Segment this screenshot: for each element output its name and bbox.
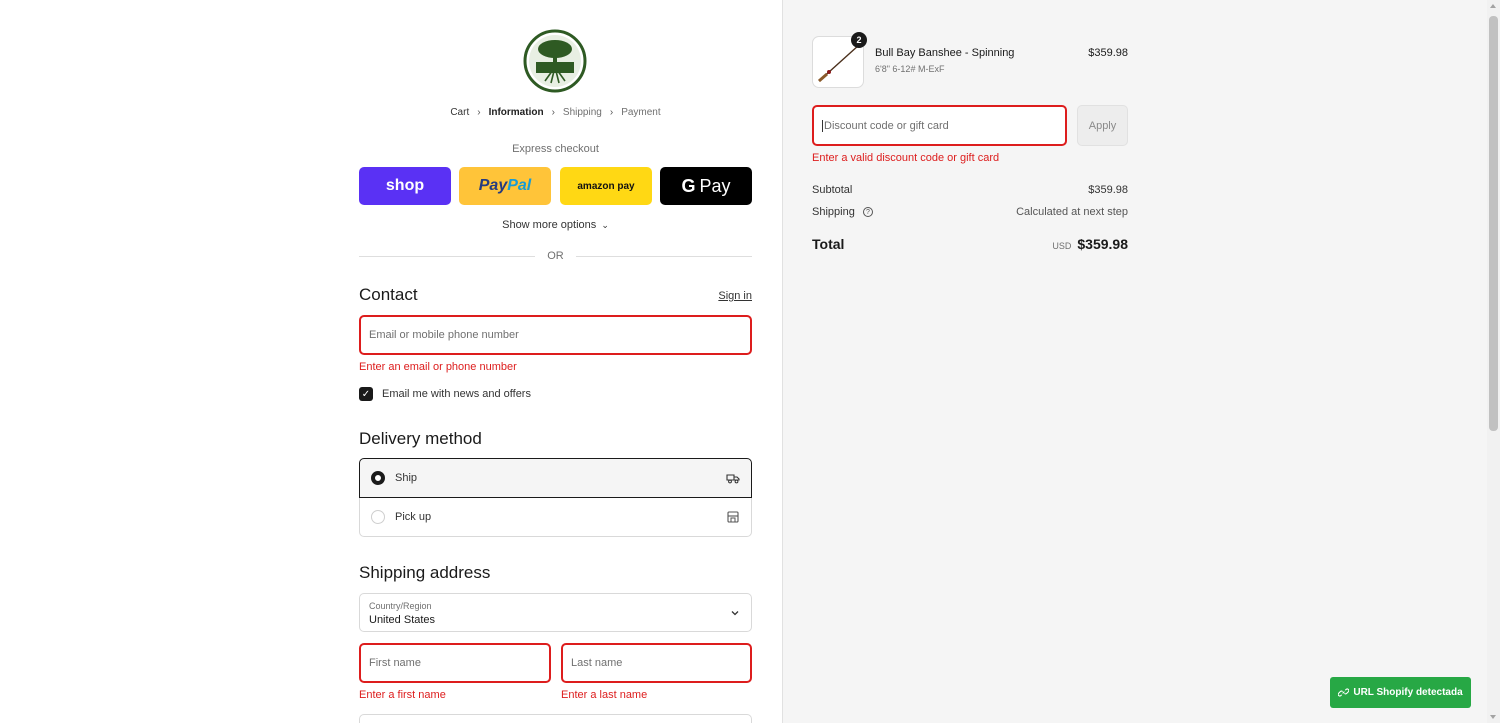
shipping-row: Shipping ? Calculated at next step: [812, 206, 1128, 218]
product-name: Bull Bay Banshee - Spinning: [875, 47, 1015, 59]
show-more-options-label: Show more options: [502, 219, 597, 231]
delivery-option-pickup[interactable]: Pick up: [359, 498, 752, 537]
paypal-label-b: Pal: [507, 177, 532, 194]
scroll-down-arrow-icon[interactable]: [1490, 715, 1496, 719]
email-error: Enter an email or phone number: [359, 361, 517, 373]
breadcrumb-shipping: Shipping: [562, 107, 602, 118]
breadcrumb-payment: Payment: [621, 107, 661, 118]
email-placeholder: Email or mobile phone number: [369, 329, 519, 341]
contact-heading: Contact: [359, 285, 418, 304]
shipping-address-heading: Shipping address: [359, 563, 491, 582]
paypal-label-a: Pay: [478, 177, 508, 194]
chevron-right-icon: ›: [551, 107, 555, 118]
currency-code: USD: [1052, 241, 1072, 251]
sign-in-link[interactable]: Sign in: [700, 290, 752, 302]
last-name-error: Enter a last name: [561, 689, 648, 701]
total-label: Total: [812, 236, 845, 252]
or-text: OR: [547, 250, 564, 262]
last-name-field[interactable]: Last name: [561, 643, 752, 683]
country-label: Country/Region: [369, 601, 432, 611]
divider-line: [359, 255, 536, 257]
chevron-down-icon: ⌄: [601, 220, 609, 230]
google-g-icon: G: [681, 175, 696, 196]
product-variant: 6'8" 6-12# M-ExF: [875, 64, 945, 74]
google-pay-button[interactable]: G Pay: [660, 167, 752, 205]
link-icon: [1338, 688, 1350, 697]
text-caret: [822, 119, 823, 132]
ship-radio[interactable]: [371, 471, 385, 485]
breadcrumb-information: Information: [488, 107, 544, 118]
subtotal-row: Subtotal $359.98: [812, 184, 1128, 196]
quantity-badge: 2: [851, 32, 867, 48]
newsletter-label: Email me with news and offers: [382, 388, 531, 400]
first-name-placeholder: First name: [369, 657, 421, 669]
country-select[interactable]: Country/Region United States: [359, 593, 752, 632]
store-icon: [727, 511, 739, 523]
tailwater-logo[interactable]: [523, 29, 587, 93]
amazon-pay-button[interactable]: amazon pay: [560, 167, 652, 205]
shop-pay-label: shop: [385, 177, 425, 194]
pickup-label: Pick up: [395, 511, 432, 523]
delivery-option-ship[interactable]: Ship: [359, 458, 752, 498]
apply-discount-button[interactable]: Apply: [1077, 105, 1128, 146]
discount-code-field[interactable]: Discount code or gift card: [812, 105, 1067, 146]
help-circle-icon[interactable]: ?: [862, 207, 873, 218]
chevron-right-icon: ›: [477, 107, 481, 118]
address-field[interactable]: [359, 714, 752, 723]
email-field[interactable]: Email or mobile phone number: [359, 315, 752, 355]
shopify-url-detected-label: URL Shopify detectada: [1353, 687, 1463, 698]
country-value: United States: [369, 614, 436, 626]
delivery-method-heading: Delivery method: [359, 429, 482, 448]
breadcrumb-cart[interactable]: Cart: [450, 107, 469, 118]
paypal-button[interactable]: Pay Pal: [459, 167, 551, 205]
total-row: Total USD $359.98: [812, 236, 1128, 252]
scroll-up-arrow-icon[interactable]: [1490, 4, 1496, 8]
chevron-right-icon: ›: [609, 107, 614, 118]
divider-line: [575, 255, 752, 257]
google-pay-label: Pay: [699, 175, 731, 196]
discount-error: Enter a valid discount code or gift card: [812, 152, 1000, 164]
first-name-error: Enter a first name: [359, 689, 446, 701]
page-scrollbar[interactable]: [1487, 0, 1500, 723]
discount-placeholder: Discount code or gift card: [824, 119, 949, 132]
breadcrumb: Cart › Information › Shipping › Payment: [359, 107, 752, 118]
shipping-value: Calculated at next step: [1016, 206, 1128, 218]
shopify-url-detected-button[interactable]: URL Shopify detectada: [1330, 677, 1471, 708]
newsletter-checkbox-row[interactable]: ✓ Email me with news and offers: [359, 387, 531, 401]
or-divider: OR: [359, 249, 752, 263]
checkout-main: Cart › Information › Shipping › Payment …: [0, 0, 782, 723]
ship-label: Ship: [395, 472, 418, 484]
first-name-field[interactable]: First name: [359, 643, 551, 683]
chevron-down-icon: [731, 611, 739, 616]
newsletter-checkbox[interactable]: ✓: [359, 387, 373, 401]
subtotal-label: Subtotal: [812, 184, 853, 196]
subtotal-value: $359.98: [1088, 184, 1128, 196]
shipping-label: Shipping: [812, 206, 855, 218]
shop-pay-button[interactable]: shop: [359, 167, 451, 205]
scrollbar-thumb[interactable]: [1489, 16, 1498, 431]
pickup-radio[interactable]: [371, 510, 385, 524]
total-amount: $359.98: [1077, 236, 1128, 252]
last-name-placeholder: Last name: [571, 657, 623, 669]
show-more-options-button[interactable]: Show more options ⌄: [359, 219, 752, 231]
delivery-options: Ship Pick up: [359, 458, 752, 537]
amazon-pay-label: amazon pay: [577, 180, 635, 192]
truck-icon: [726, 474, 740, 484]
express-checkout-label: Express checkout: [512, 143, 599, 155]
product-price: $359.98: [1088, 47, 1128, 59]
